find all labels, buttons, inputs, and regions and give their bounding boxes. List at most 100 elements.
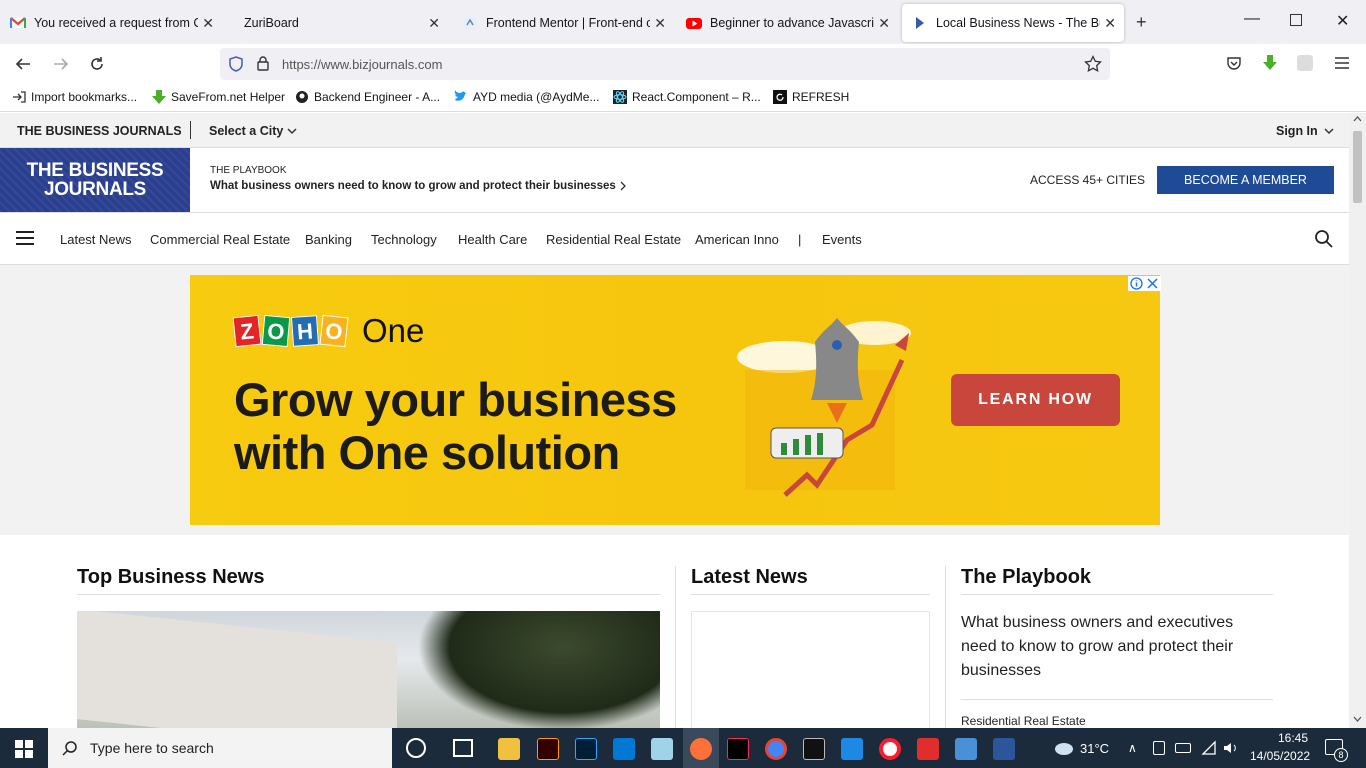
menu-commercial-real-estate[interactable]: Commercial Real Estate [150, 232, 290, 247]
menu-health-care[interactable]: Health Care [458, 232, 527, 247]
tab-business-journals[interactable]: Local Business News - The Busir ✕ [902, 4, 1124, 42]
become-member-button[interactable]: BECOME A MEMBER [1157, 166, 1334, 194]
search-icon[interactable] [1314, 229, 1333, 248]
tab-frontend-mentor[interactable]: Frontend Mentor | Front-end co ✕ [452, 4, 674, 42]
scroll-down-arrow-icon[interactable] [1353, 716, 1362, 722]
reload-icon[interactable] [88, 55, 106, 73]
forward-arrow-icon[interactable] [52, 55, 70, 73]
refresh-bookmark-icon [773, 90, 787, 104]
menu-american-inno[interactable]: American Inno [695, 232, 779, 247]
wifi-icon[interactable] [1201, 740, 1217, 756]
zoho-logo: Z O H O One [232, 312, 424, 350]
top-news-image[interactable] [77, 611, 660, 728]
new-tab-button[interactable]: + [1136, 12, 1147, 33]
weather-cloud-icon[interactable] [1052, 740, 1074, 756]
menu-icon[interactable] [1334, 56, 1350, 70]
task-view-icon[interactable] [453, 739, 473, 757]
illustrator-icon[interactable] [537, 738, 559, 760]
download-extension-icon[interactable] [1261, 54, 1279, 72]
notepad-icon[interactable] [651, 738, 673, 760]
search-icon [62, 740, 78, 756]
clock-date[interactable]: 14/05/2022 [1250, 749, 1310, 763]
window-close-button[interactable]: ✕ [1336, 11, 1349, 31]
tab-youtube[interactable]: Beginner to advance Javascript ✕ [676, 4, 898, 42]
pocket-icon[interactable] [1226, 55, 1242, 71]
address-bar[interactable]: https://www.bizjournals.com [220, 48, 1110, 80]
chevron-up-icon[interactable]: ∧ [1128, 741, 1137, 755]
ad-close-icon[interactable] [1146, 277, 1159, 290]
acrobat-icon[interactable] [917, 738, 939, 760]
photoshop-icon[interactable] [575, 738, 597, 760]
tab-zuriboard[interactable]: ZuriBoard ✕ [226, 4, 448, 42]
site-top-bar: THE BUSINESS JOURNALS Select a City Sign… [0, 113, 1349, 148]
extension-icon[interactable] [1297, 55, 1313, 71]
bookmark-react[interactable]: React.Component – R... [613, 90, 761, 104]
ad-choices[interactable] [1128, 276, 1161, 291]
zoho-ad-banner[interactable]: Z O H O One Grow your business with One … [190, 275, 1161, 525]
column-divider [675, 566, 676, 728]
restore-button[interactable] [1290, 14, 1302, 26]
weather-temperature[interactable]: 31°C [1080, 741, 1109, 756]
bookmark-refresh[interactable]: REFRESH [773, 90, 849, 104]
volume-icon[interactable] [1222, 740, 1240, 756]
file-explorer-icon[interactable] [498, 738, 520, 760]
chrome-icon[interactable] [765, 738, 787, 760]
media-player-icon[interactable] [841, 738, 863, 760]
close-tab-icon[interactable]: ✕ [428, 15, 440, 32]
taskbar-search-box[interactable]: Type here to search [48, 728, 392, 768]
bookmark-backend-engineer[interactable]: Backend Engineer - A... [295, 90, 440, 104]
opera-icon[interactable] [879, 738, 901, 760]
chevron-down-icon [1324, 127, 1334, 135]
access-cities-link[interactable]: ACCESS 45+ CITIES [1030, 173, 1145, 187]
minimize-button[interactable]: — [1244, 10, 1260, 28]
menu-latest-news[interactable]: Latest News [60, 232, 132, 247]
sign-in-button[interactable]: Sign In [1276, 124, 1334, 138]
clock-time[interactable]: 16:45 [1264, 731, 1308, 745]
bookmark-savefrom[interactable]: SaveFrom.net Helper [152, 90, 285, 104]
hamburger-icon[interactable] [16, 230, 34, 246]
scroll-up-arrow-icon[interactable] [1353, 116, 1362, 122]
tab-gmail[interactable]: You received a request from Co ✕ [0, 4, 222, 42]
top-business-news-heading[interactable]: Top Business News [77, 566, 264, 589]
firefox-icon[interactable] [690, 738, 712, 760]
word-icon[interactable] [993, 738, 1015, 760]
bookmark-label: AYD media (@AydMe... [473, 90, 600, 104]
shield-icon[interactable] [228, 56, 244, 72]
bookmark-star-icon[interactable] [1084, 55, 1102, 73]
menu-technology[interactable]: Technology [371, 232, 437, 247]
bizjournals-icon [912, 15, 928, 31]
close-tab-icon[interactable]: ✕ [878, 15, 890, 32]
info-icon[interactable] [1130, 277, 1143, 290]
device-icon[interactable] [1153, 741, 1165, 755]
chevron-down-icon [287, 127, 297, 135]
menu-residential-real-estate[interactable]: Residential Real Estate [546, 232, 681, 247]
city-select[interactable]: Select a City [209, 124, 297, 138]
page-scrollbar[interactable] [1349, 113, 1366, 728]
close-tab-icon[interactable]: ✕ [202, 15, 214, 32]
lock-icon[interactable] [256, 55, 270, 71]
site-logo[interactable]: THE BUSINESS JOURNALS [0, 148, 190, 212]
photos-icon[interactable] [955, 738, 977, 760]
bookmark-label: React.Component – R... [632, 90, 761, 104]
cortana-icon[interactable] [406, 738, 426, 758]
bookmark-twitter[interactable]: AYD media (@AydMe... [454, 90, 599, 104]
close-tab-icon[interactable]: ✕ [654, 15, 666, 32]
back-arrow-icon[interactable] [14, 55, 32, 73]
bookmark-import[interactable]: Import bookmarks... [12, 90, 137, 104]
brand-bar: THE BUSINESS JOURNALS THE PLAYBOOK What … [0, 148, 1349, 213]
close-tab-icon[interactable]: ✕ [1104, 15, 1116, 32]
vscode-icon[interactable] [613, 738, 635, 760]
playbook-heading[interactable]: The Playbook [961, 566, 1091, 589]
playbook-link[interactable]: What business owners need to know to gro… [210, 180, 627, 192]
menu-banking[interactable]: Banking [305, 232, 352, 247]
scroll-thumb[interactable] [1353, 131, 1362, 203]
terminal-icon[interactable] [803, 738, 825, 760]
windows-start-icon[interactable] [15, 740, 33, 758]
intellij-icon[interactable] [727, 738, 749, 760]
playbook-category-link[interactable]: Residential Real Estate [961, 714, 1086, 728]
menu-events[interactable]: Events [822, 232, 862, 247]
battery-icon[interactable] [1175, 743, 1191, 753]
latest-news-heading[interactable]: Latest News [691, 566, 808, 589]
site-brand[interactable]: THE BUSINESS JOURNALS [17, 124, 182, 138]
learn-how-button[interactable]: LEARN HOW [951, 374, 1120, 426]
